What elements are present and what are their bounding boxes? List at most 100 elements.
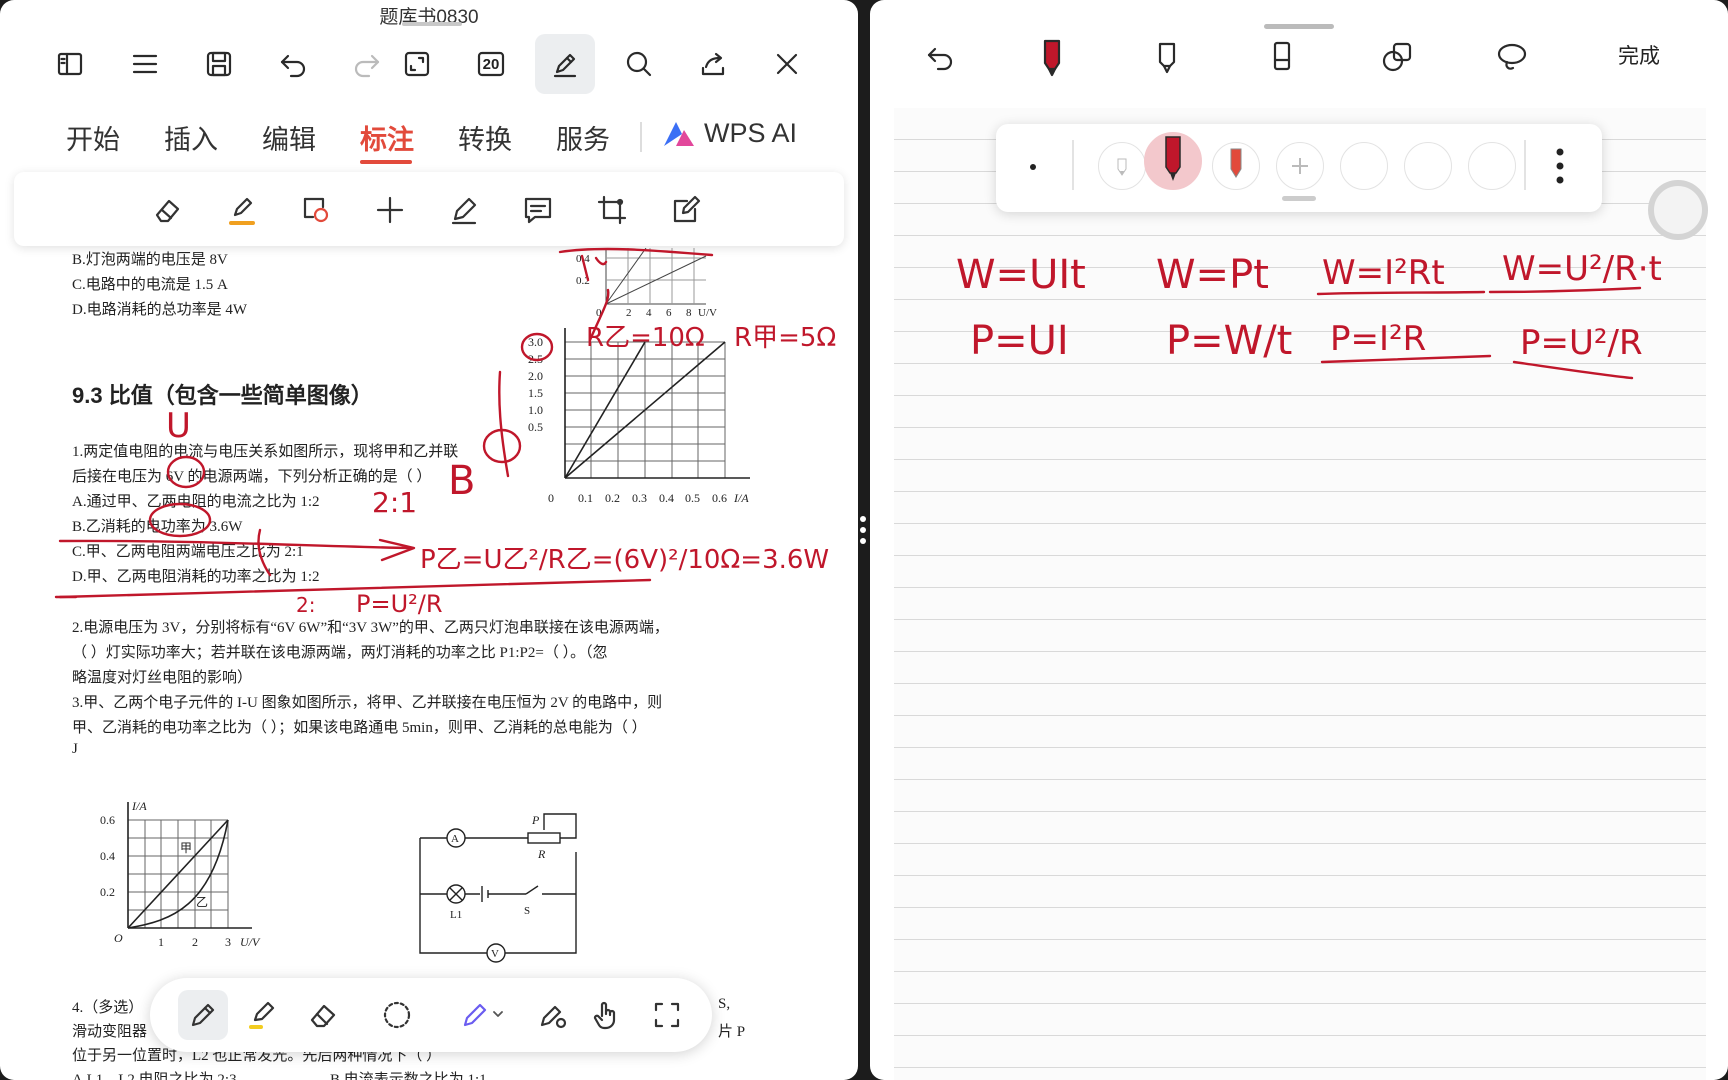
comment-icon [524,197,552,224]
lasso-button[interactable] [1485,30,1539,84]
lasso-button[interactable] [372,990,422,1040]
document-page[interactable]: 0.2 0.4 0 2 4 6 8 U/V B.灯泡两端的电压是 8V C.电路… [0,248,858,1080]
palette-divider [1524,140,1526,190]
comment-button[interactable] [518,190,558,230]
shape-select-button[interactable] [296,190,336,230]
lasso-icon [383,1001,411,1029]
add-button[interactable] [370,190,410,230]
question-text: 2.电源电压为 3V，分别将标有“6V 6W”和“3V 3W”的甲、乙两只灯泡串… [72,620,669,636]
eraser-button[interactable] [148,190,188,230]
dot-size-icon[interactable] [1030,164,1036,170]
pen-slot-selected[interactable] [1144,132,1202,190]
active-tab-indicator [360,160,412,164]
pen-settings-icon [540,1005,567,1029]
pen-tool-button[interactable] [444,190,484,230]
tab-convert[interactable]: 转换 [458,118,512,157]
notes-undo-button[interactable] [913,30,967,84]
more-icon[interactable] [1554,146,1566,186]
tab-edit[interactable]: 编辑 [262,118,316,157]
rheostat-slider-label: P [531,813,540,827]
pen-red-selected-icon [1165,136,1181,181]
pencil-button[interactable] [1255,30,1309,84]
pen-slot[interactable] [1212,142,1260,190]
tab-start[interactable]: 开始 [66,118,120,157]
add-pen-button[interactable] [1276,142,1324,190]
tab-annotate[interactable]: 标注 [360,118,414,157]
floating-assistive-button[interactable] [1648,180,1708,240]
undo-icon [280,54,306,78]
lined-notebook-page[interactable] [894,108,1706,1080]
voltmeter-label: V [491,948,499,960]
empty-pen-slot[interactable] [1468,142,1516,190]
undo-button[interactable] [263,34,323,94]
graph-q3-xlabel: U/V [240,935,261,949]
question-text: （ ）灯实际功率大；若并联在该电源两端，两灯消耗的功率之比 P1:P2=（ ）。… [72,645,608,661]
menu-divider [640,122,642,152]
fit-page-button[interactable] [387,34,447,94]
share-button[interactable] [683,34,743,94]
tab-service[interactable]: 服务 [556,118,610,157]
page-count-button[interactable]: 20 [461,34,521,94]
save-icon [206,51,232,77]
shapes-button[interactable] [1370,30,1424,84]
wps-ai-button[interactable]: WPS AI [662,118,797,149]
graph-q3-ytick: 0.4 [100,849,115,863]
pen-color-button[interactable] [450,990,514,1040]
crop-button[interactable] [592,190,632,230]
close-icon [776,53,798,75]
circuit-diagram: A P R L1 S V [419,813,577,963]
split-view-handle-icon[interactable] [858,505,868,555]
annotate-pen-button[interactable] [535,34,595,94]
eraser-button[interactable] [298,990,348,1040]
question-text: 略温度对灯丝电阻的影响） [72,670,253,686]
lasso-icon [1497,43,1527,70]
question-text: S, [718,996,731,1012]
save-button[interactable] [189,34,249,94]
fullscreen-button[interactable] [642,990,692,1040]
graph-top-xtick: 0 [596,307,602,319]
pen-settings-button[interactable] [528,990,578,1040]
window-grip[interactable] [402,22,462,26]
option-text: A.L1、L2 电阻之比为 2:3 [72,1072,237,1080]
hand-button[interactable] [582,990,632,1040]
search-button[interactable] [609,34,669,94]
pen-button[interactable] [178,990,228,1040]
option-text: C.电路中的电流是 1.5 A [72,277,228,293]
graph-q3-xtick: O [114,931,123,945]
marker-red-button[interactable] [1025,30,1079,84]
question-text: 3.甲、乙两个电子元件的 I-U 图象如图所示，将甲、乙并联接在电压恒为 2V … [72,695,663,711]
graph-top-xlabel: U/V [698,307,717,319]
annotate-pen-icon [553,53,577,78]
graph-top-ytick: 0.2 [576,275,590,287]
pen-slot[interactable] [1098,142,1146,190]
pen-color-icon [463,1003,503,1027]
add-icon [376,196,404,224]
document-pane: 题库书0830 20 开始 插入 编辑 标注 转换 服务 WPS AI 0.2 … [0,0,858,1080]
done-button[interactable]: 完成 [1618,40,1660,70]
option-text: B.乙消耗的电功率为 3.6W [72,519,243,535]
graph-q1: 3.0 2.5 2.0 1.5 1.0 0.5 0 0.1 0.2 0.3 0.… [528,328,750,505]
notes-pane: 完成 W=UIt W=Pt W=I²Rt W=U²/R·t P=UI P=W/t… [870,0,1728,1080]
pen-icon [451,197,477,225]
highlighter-icon [249,1001,275,1029]
shapes-icon [1382,42,1412,72]
question-text: 甲、乙消耗的电功率之比为（ ）；如果该电路通电 5min，则甲、乙消耗的总电能为… [72,720,647,736]
question-text: 片 P [718,1024,746,1040]
graph-q3-xtick: 3 [225,935,231,949]
empty-pen-slot[interactable] [1404,142,1452,190]
empty-pen-slot[interactable] [1340,142,1388,190]
highlighter-button[interactable] [222,190,262,230]
window-grip[interactable] [1264,24,1334,29]
option-text: D.电路消耗的总功率是 4W [72,302,247,318]
switch-label: S [524,905,530,917]
menu-button[interactable] [115,34,175,94]
close-button[interactable] [757,34,817,94]
lamp-label: L1 [450,909,462,921]
palette-grip[interactable] [1282,196,1316,201]
tab-insert[interactable]: 插入 [164,118,218,157]
pen-button[interactable] [1140,30,1194,84]
hand-icon [593,1001,616,1030]
sidebar-button[interactable] [40,34,100,94]
highlighter-button[interactable] [238,990,288,1040]
edit-button[interactable] [666,190,706,230]
